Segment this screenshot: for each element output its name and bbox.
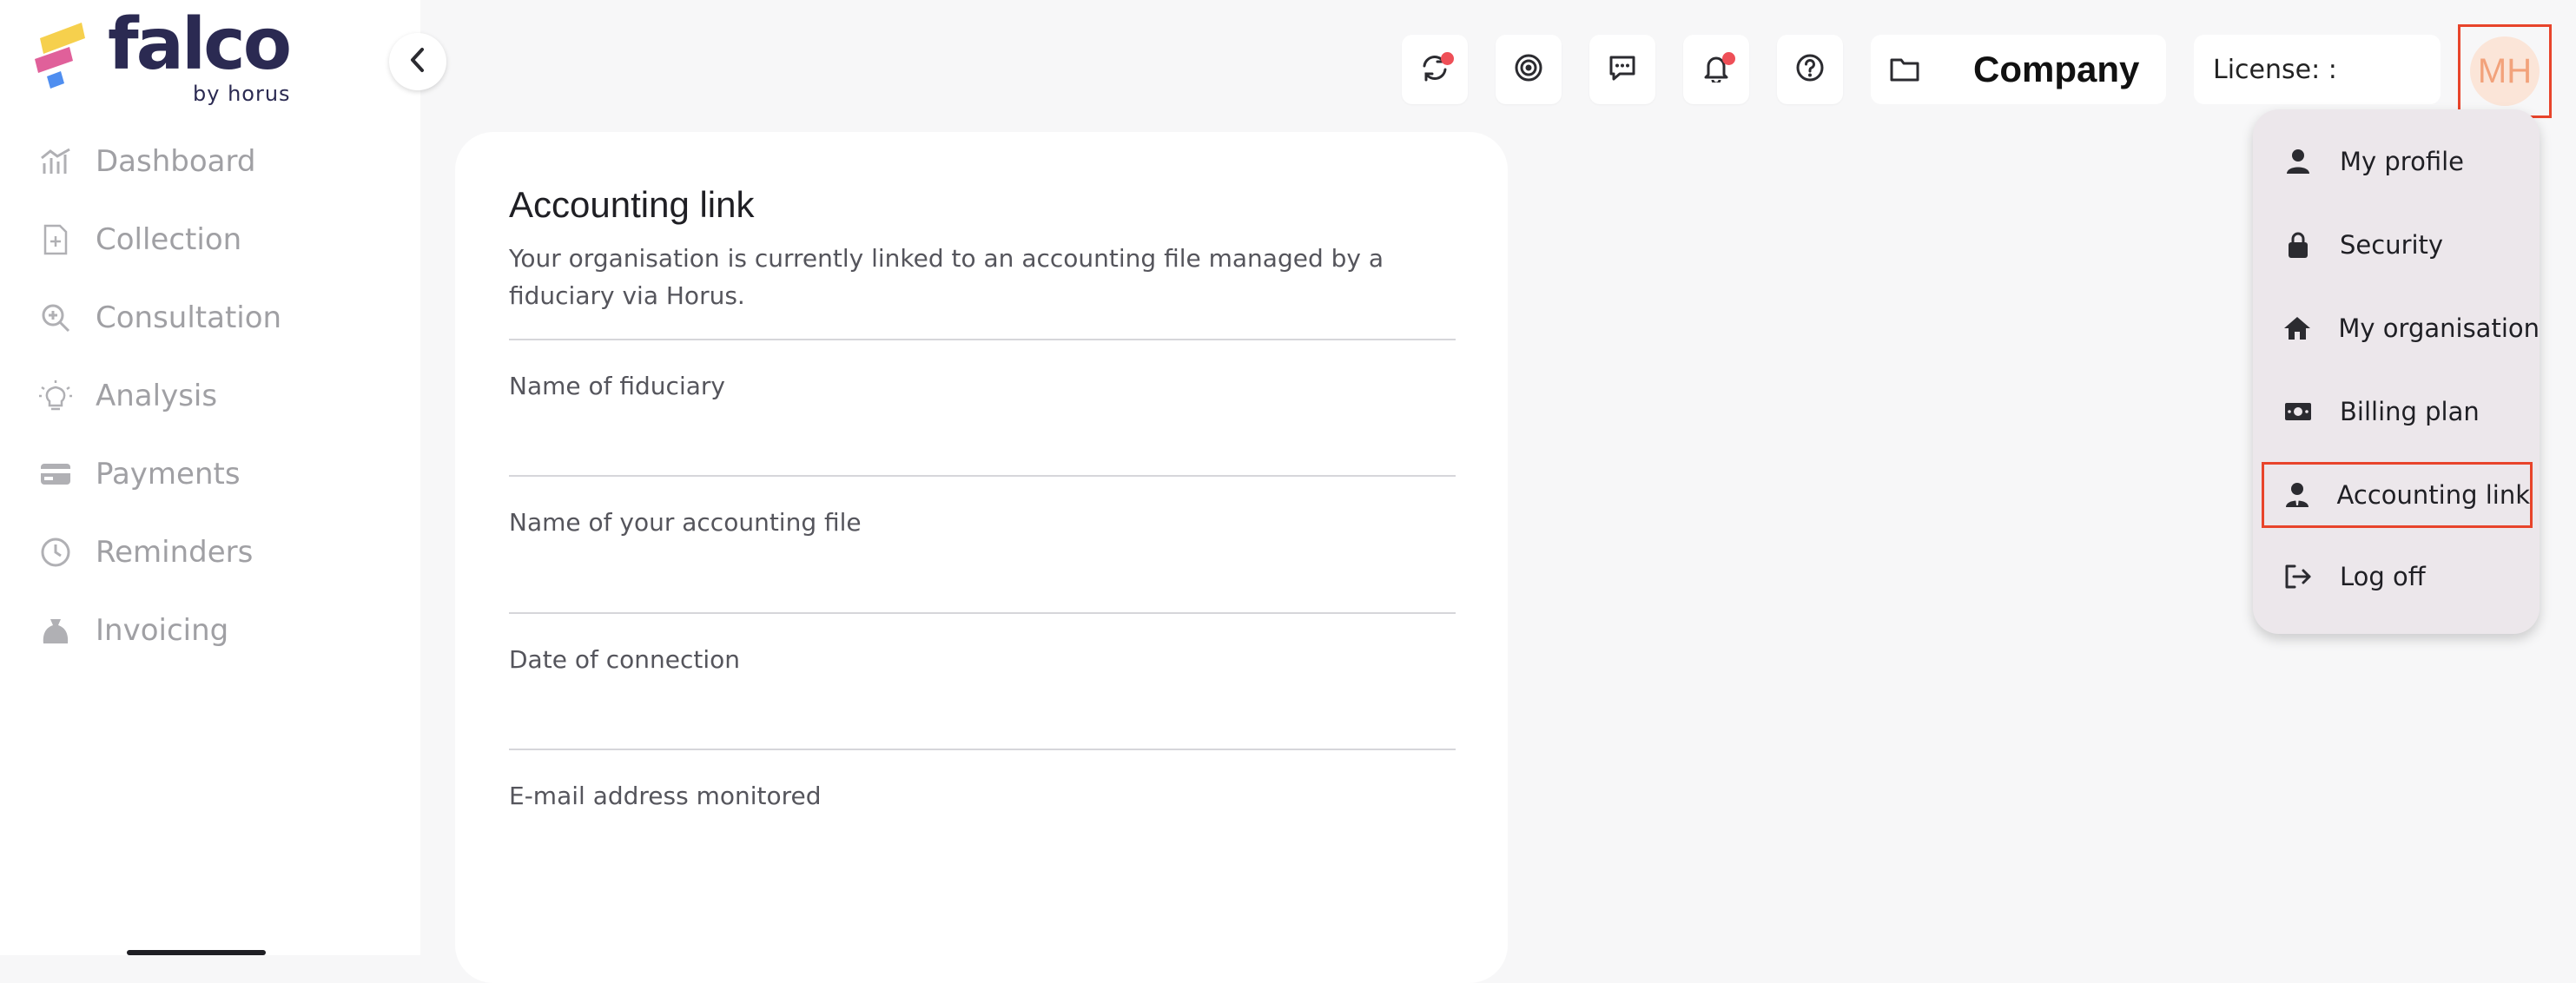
accountant-icon [2283, 479, 2311, 511]
help-button[interactable] [1777, 35, 1843, 104]
divider [509, 612, 1456, 614]
help-icon [1795, 53, 1825, 86]
sidebar-item-label: Consultation [96, 300, 282, 335]
sidebar-item-label: Collection [96, 222, 242, 257]
sidebar: falco by horus Dashboard Collection Cons… [0, 0, 420, 955]
logo-tagline: by horus [193, 82, 291, 106]
chat-button[interactable] [1589, 35, 1655, 104]
accounting-file-label: Name of your accounting file [509, 508, 862, 537]
sidebar-item-collection[interactable]: Collection [38, 214, 386, 266]
card-icon [38, 457, 73, 492]
logout-icon [2282, 561, 2314, 592]
folder-icon [1890, 52, 1925, 87]
notification-dot [1722, 52, 1735, 65]
sidebar-item-label: Reminders [96, 535, 254, 570]
accounting-link-card: Accounting link Your organisation is cur… [455, 132, 1508, 983]
menu-item-security[interactable]: Security [2253, 212, 2540, 278]
chart-icon [38, 144, 73, 179]
file-plus-icon [38, 222, 73, 257]
chevron-left-icon [407, 47, 428, 76]
menu-item-my-profile[interactable]: My profile [2253, 129, 2540, 195]
menu-item-label: Accounting link [2336, 480, 2530, 510]
connection-date-label: Date of connection [509, 645, 740, 674]
logo-mark-icon [35, 23, 85, 89]
scroll-indicator[interactable] [127, 950, 266, 955]
menu-item-accounting-link[interactable]: Accounting link [2262, 462, 2533, 528]
notifications-button[interactable] [1683, 35, 1749, 104]
collapse-sidebar-button[interactable] [389, 33, 446, 90]
license-field[interactable]: License: : [2194, 35, 2441, 104]
fiduciary-name-label: Name of fiduciary [509, 372, 725, 400]
falco-logo[interactable]: falco by horus [31, 3, 309, 111]
clock-icon [38, 535, 73, 570]
menu-item-my-organisation[interactable]: My organisation [2253, 295, 2540, 361]
company-selector[interactable]: Company [1871, 35, 2166, 104]
menu-item-label: Billing plan [2340, 397, 2480, 426]
notification-dot [1441, 52, 1454, 65]
sidebar-item-label: Analysis [96, 379, 218, 413]
person-icon [2282, 146, 2314, 177]
target-icon [1514, 53, 1543, 86]
logo-wordmark: falco [108, 3, 292, 86]
menu-item-label: Log off [2340, 562, 2426, 591]
monitored-email-label: E-mail address monitored [509, 782, 822, 810]
sync-button[interactable] [1402, 35, 1468, 104]
search-icon [38, 300, 73, 335]
company-name: Company [1973, 49, 2140, 89]
divider [509, 339, 1456, 340]
user-avatar[interactable]: MH [2470, 36, 2540, 106]
menu-item-log-off[interactable]: Log off [2253, 544, 2540, 610]
avatar-highlight: MH [2458, 24, 2552, 118]
sidebar-item-invoicing[interactable]: Invoicing [38, 604, 386, 656]
lightbulb-icon [38, 379, 73, 413]
money-icon [2282, 396, 2314, 427]
sidebar-item-consultation[interactable]: Consultation [38, 292, 386, 344]
home-icon [2282, 313, 2312, 344]
menu-item-label: My organisation [2338, 313, 2540, 343]
sidebar-item-payments[interactable]: Payments [38, 448, 386, 500]
divider [509, 475, 1456, 477]
sidebar-item-dashboard[interactable]: Dashboard [38, 135, 386, 188]
sidebar-item-label: Invoicing [96, 613, 229, 648]
sidebar-item-analysis[interactable]: Analysis [38, 370, 386, 422]
chat-icon [1608, 53, 1637, 86]
menu-item-billing-plan[interactable]: Billing plan [2253, 379, 2540, 445]
page-title: Accounting link [509, 184, 755, 225]
divider [509, 749, 1456, 750]
card-description: Your organisation is currently linked to… [509, 244, 1384, 310]
sidebar-item-reminders[interactable]: Reminders [38, 526, 386, 578]
target-button[interactable] [1496, 35, 1562, 104]
menu-item-label: Security [2340, 230, 2444, 260]
bag-icon [38, 613, 73, 648]
menu-item-label: My profile [2340, 147, 2465, 176]
license-text: License: : [2213, 54, 2337, 85]
sidebar-item-label: Dashboard [96, 144, 256, 179]
lock-icon [2282, 229, 2314, 261]
user-menu: My profile Security My organisation Bill… [2253, 109, 2540, 634]
sidebar-item-label: Payments [96, 457, 241, 492]
